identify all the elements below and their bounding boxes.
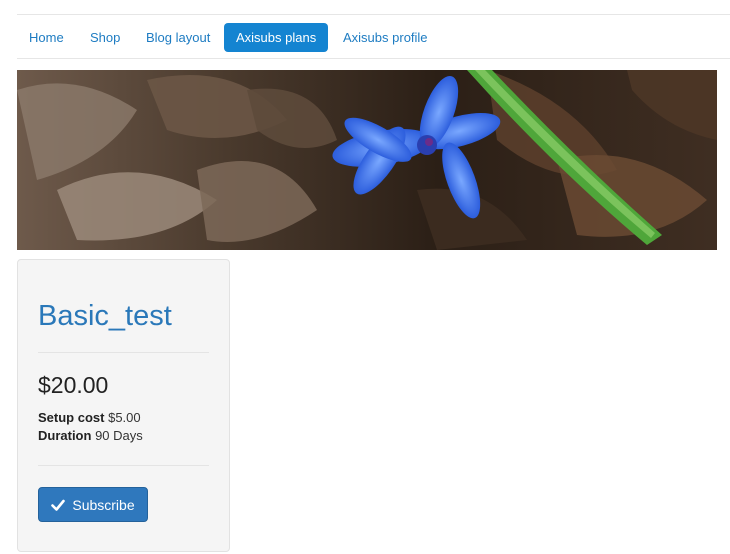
nav-item-shop[interactable]: Shop — [78, 23, 132, 52]
setup-cost-value: $5.00 — [108, 410, 141, 425]
subscribe-button[interactable]: Subscribe — [38, 487, 148, 522]
plan-price: $20.00 — [38, 372, 109, 398]
setup-cost-row: Setup cost $5.00 — [38, 409, 141, 427]
duration-value: 90 Days — [95, 428, 143, 443]
nav-item-axisubs-plans[interactable]: Axisubs plans — [224, 23, 329, 52]
nav-item-blog-layout[interactable]: Blog layout — [134, 23, 222, 52]
duration-label: Duration — [38, 428, 92, 443]
plan-card: Basic_test $20.00 Setup cost $5.00 Durat… — [17, 259, 230, 552]
main-nav: Home Shop Blog layout Axisubs plans Axis… — [17, 14, 730, 59]
banner-image — [17, 70, 717, 250]
subscribe-label: Subscribe — [72, 496, 135, 513]
duration-row: Duration 90 Days — [38, 427, 143, 445]
plan-title[interactable]: Basic_test — [38, 298, 172, 334]
nav-item-axisubs-profile[interactable]: Axisubs profile — [331, 23, 440, 52]
check-icon — [51, 499, 66, 511]
nav-item-home[interactable]: Home — [17, 23, 76, 52]
divider — [38, 352, 209, 353]
setup-cost-label: Setup cost — [38, 410, 105, 425]
divider — [38, 465, 209, 466]
